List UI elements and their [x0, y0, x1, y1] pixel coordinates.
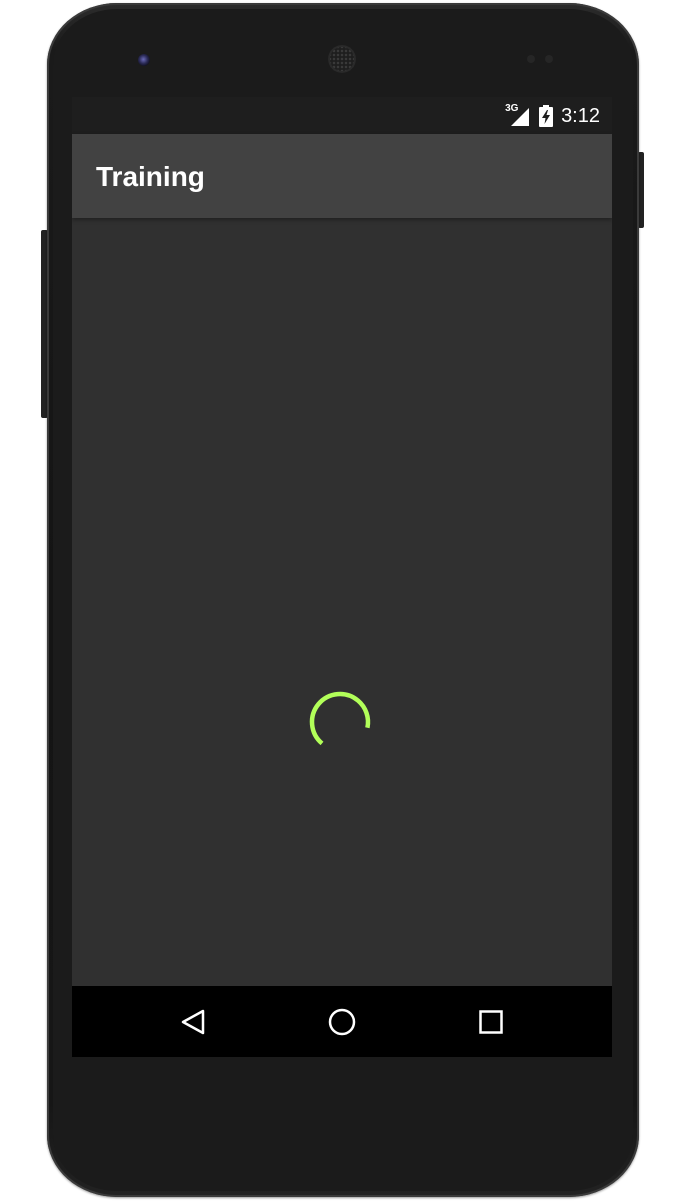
- proximity-sensor: [527, 55, 535, 63]
- cell-signal-icon: 3G: [505, 103, 531, 128]
- screen: 3G 3:12 Training: [72, 97, 612, 1057]
- recent-apps-button[interactable]: [472, 1003, 510, 1041]
- back-icon: [181, 1009, 205, 1035]
- status-time: 3:12: [561, 104, 600, 127]
- back-button[interactable]: [174, 1003, 212, 1041]
- home-icon: [328, 1008, 356, 1036]
- content-area: [72, 218, 612, 986]
- progress-spinner-icon: [309, 691, 371, 753]
- light-sensor: [545, 55, 553, 63]
- app-toolbar: Training: [72, 134, 612, 218]
- battery-charging-icon: [539, 104, 554, 127]
- page-title: Training: [96, 161, 205, 192]
- status-bar: 3G 3:12: [72, 97, 612, 134]
- status-icons: 3G 3:12: [505, 97, 600, 134]
- home-button[interactable]: [323, 1003, 361, 1041]
- recent-apps-icon: [479, 1010, 503, 1034]
- front-camera-icon: [138, 54, 150, 66]
- navigation-bar: [72, 986, 612, 1057]
- earpiece-speaker: [328, 45, 356, 73]
